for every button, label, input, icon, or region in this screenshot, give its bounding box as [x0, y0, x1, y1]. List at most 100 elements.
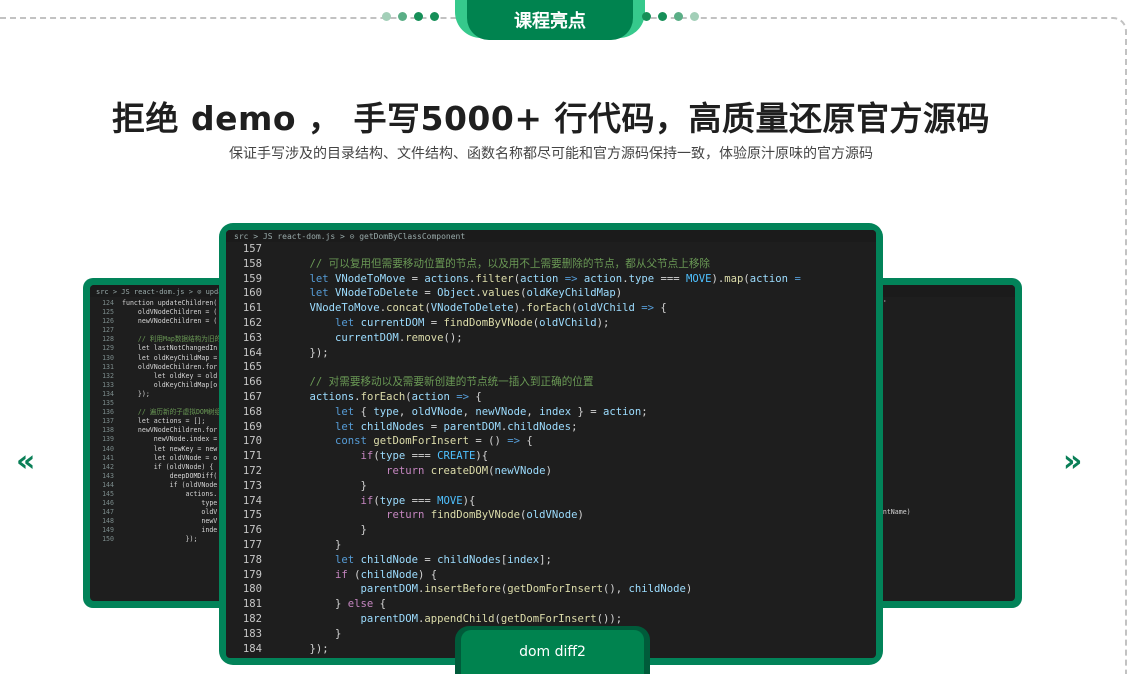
code-text: newVNodeChildren.for	[122, 426, 218, 435]
carousel-prev-icon[interactable]: «	[16, 444, 35, 479]
line-number: 133	[102, 380, 114, 389]
code-text: if(type === CREATE){	[360, 450, 489, 463]
line-number: 128	[102, 335, 114, 344]
code-line: 162 let currentDOM = findDomByVNode(oldV…	[230, 316, 872, 331]
code-line: 167 actions.forEach(action => {	[230, 390, 872, 405]
line-number: 137	[102, 417, 114, 426]
code-line: 182 parentDOM.appendChild(getDomForInser…	[230, 612, 872, 627]
line-number: 166	[242, 376, 262, 389]
line-number: 184	[242, 642, 262, 655]
line-number: 159	[242, 272, 262, 285]
code-line: 166 // 对需要移动以及需要新创建的节点统一插入到正确的位置	[230, 375, 872, 390]
line-number: 129	[102, 344, 114, 353]
code-line: 161 VNodeToMove.concat(VNodeToDelete).fo…	[230, 301, 872, 316]
line-number: 131	[102, 362, 114, 371]
code-text: // 可以复用但需要移动位置的节点，以及用不上需要删除的节点，都从父节点上移除	[309, 257, 711, 270]
code-line: 176 }	[230, 523, 872, 538]
code-text: newVNodeChildren = (	[122, 317, 218, 326]
line-number: 169	[242, 420, 262, 433]
line-number: 150	[102, 535, 114, 544]
line-number: 149	[102, 526, 114, 535]
line-number: 139	[102, 435, 114, 444]
line-number: 144	[102, 480, 114, 489]
code-line: 177 }	[230, 538, 872, 553]
decor-dots-left	[382, 12, 439, 21]
section-badge-label: 课程亮点	[467, 0, 633, 40]
code-text: if (childNode) {	[335, 568, 438, 581]
line-number: 124	[102, 299, 114, 307]
code-text: } else {	[284, 598, 387, 611]
line-number: 182	[242, 612, 262, 625]
code-line: 173 }	[230, 479, 872, 494]
code-text: inde	[122, 526, 218, 535]
code-text: let lastNotChangedIn	[122, 344, 218, 353]
code-line: ot)	[863, 435, 1011, 444]
code-text: return createDOM(newVNode)	[386, 464, 552, 477]
code-line: 178 let childNode = childNodes[index];	[230, 553, 872, 568]
code-text: });	[122, 389, 150, 398]
line-number: 161	[242, 302, 262, 315]
code-text: }	[284, 524, 367, 537]
line-number: 160	[242, 287, 262, 300]
code-line: 164 });	[230, 346, 872, 361]
code-text: currentDOM.remove();	[335, 331, 463, 344]
line-number: 147	[102, 508, 114, 517]
code-text: type	[122, 499, 218, 508]
line-number: 136	[102, 408, 114, 417]
line-number: 178	[242, 553, 262, 566]
line-number: 158	[242, 257, 262, 270]
code-text: const getDomForInsert = () => {	[335, 435, 533, 448]
code-text: VNodeToMove.concat(VNodeToDelete).forEac…	[309, 302, 667, 315]
line-number: 179	[242, 568, 262, 581]
code-line: 172 return createDOM(newVNode)	[230, 464, 872, 479]
line-number: 157	[242, 243, 262, 255]
code-text: let { type, oldVNode, newVNode, index } …	[335, 405, 648, 418]
code-line: 163 currentDOM.remove();	[230, 331, 872, 346]
line-number: 127	[102, 326, 114, 335]
line-number: 165	[242, 361, 262, 374]
line-number: 135	[102, 399, 114, 408]
code-text: newVNode.index =	[122, 435, 218, 444]
line-number: 167	[242, 390, 262, 403]
code-text: // 利用Map数据结构为旧的	[122, 335, 222, 344]
code-line: 170 const getDomForInsert = () => {	[230, 434, 872, 449]
code-text: // 遍历新的子虚拟DOM树组	[122, 408, 222, 417]
code-text: }	[284, 479, 367, 492]
line-number: 171	[242, 450, 262, 463]
code-text: let childNode = childNodes[index];	[335, 553, 552, 566]
code-text: let oldKeyChildMap =	[122, 353, 218, 362]
code-text: oldV	[122, 508, 218, 517]
code-text: oldVNodeChildren.for	[122, 362, 218, 371]
carousel-slide-active[interactable]: src > JS react-dom.js > ⊙ getDomByClassC…	[219, 223, 883, 665]
line-number: 140	[102, 444, 114, 453]
code-line: 171 if(type === CREATE){	[230, 449, 872, 464]
code-line: 165	[230, 360, 872, 375]
line-number: 173	[242, 479, 262, 492]
code-line: 180 parentDOM.insertBefore(getDomForInse…	[230, 582, 872, 597]
code-text: }	[284, 657, 290, 658]
line-number: 180	[242, 583, 262, 596]
code-line: 174 if(type === MOVE){	[230, 494, 872, 509]
line-number: 174	[242, 494, 262, 507]
code-line: 160 let VNodeToDelete = Object.values(ol…	[230, 286, 872, 301]
code-text: oldKeyChildMap[o	[122, 380, 218, 389]
carousel-next-icon[interactable]: »	[1063, 444, 1082, 479]
code-line: 158 // 可以复用但需要移动位置的节点，以及用不上需要删除的节点，都从父节点…	[230, 257, 872, 272]
